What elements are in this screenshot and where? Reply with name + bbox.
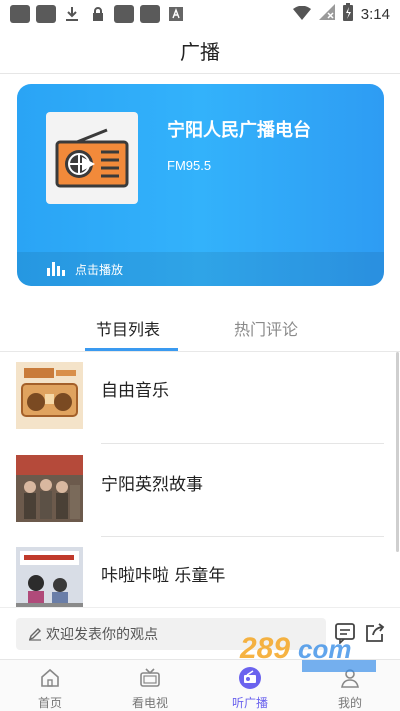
font-icon	[166, 5, 186, 23]
notification-icon	[36, 5, 56, 23]
notification-icon	[114, 5, 134, 23]
no-signal-icon	[318, 4, 335, 24]
tab-indicator	[85, 348, 178, 351]
program-thumbnail	[16, 362, 83, 429]
station-card[interactable]: 宁阳人民广播电台 FM95.5 点击播放	[17, 84, 384, 286]
svg-text:289: 289	[239, 632, 290, 665]
program-name: 宁阳英烈故事	[101, 475, 203, 495]
nav-item-home[interactable]: 首页	[0, 660, 100, 711]
clock: 3:14	[360, 5, 390, 23]
nav-label: 我的	[337, 696, 362, 710]
list-item[interactable]: 自由音乐	[0, 352, 400, 444]
program-name: 自由音乐	[101, 381, 169, 401]
wifi-icon	[292, 5, 311, 24]
status-bar: 3:14	[0, 0, 400, 28]
equalizer-icon	[47, 262, 65, 276]
title-bar: 广播	[0, 28, 400, 74]
radio-icon	[55, 128, 129, 188]
nav-label: 首页	[37, 696, 62, 710]
station-name: 宁阳人民广播电台	[167, 120, 311, 141]
comment-placeholder: 欢迎发表你的观点	[46, 627, 158, 643]
play-button[interactable]: 点击播放	[17, 252, 384, 286]
lock-icon	[88, 5, 108, 23]
svg-text:com: com	[298, 634, 351, 664]
battery-icon	[342, 3, 353, 25]
tab-bar: 节目列表 热门评论	[0, 306, 400, 352]
pencil-icon	[28, 628, 41, 641]
notification-icon	[10, 5, 30, 23]
station-cover	[46, 112, 138, 204]
nav-label: 看电视	[131, 696, 168, 710]
scrollbar[interactable]	[396, 352, 399, 552]
tab-program-list[interactable]: 节目列表	[96, 316, 160, 340]
download-icon	[62, 5, 82, 23]
station-frequency: FM95.5	[167, 158, 212, 173]
program-thumbnail	[16, 455, 83, 522]
tab-hot-comments[interactable]: 热门评论	[234, 316, 298, 340]
play-label: 点击播放	[75, 262, 124, 277]
tv-icon	[138, 666, 162, 690]
list-item[interactable]: 宁阳英烈故事	[0, 444, 400, 536]
nav-label: 听广播	[231, 696, 268, 710]
watermark-logo: 289 com	[236, 628, 386, 674]
page-title: 广播	[180, 40, 220, 64]
program-thumbnail	[16, 547, 83, 614]
home-icon	[38, 666, 62, 690]
nav-item-tv[interactable]: 看电视	[100, 660, 200, 711]
program-name: 咔啦咔啦 乐童年	[101, 566, 226, 586]
notification-icon	[140, 5, 160, 23]
